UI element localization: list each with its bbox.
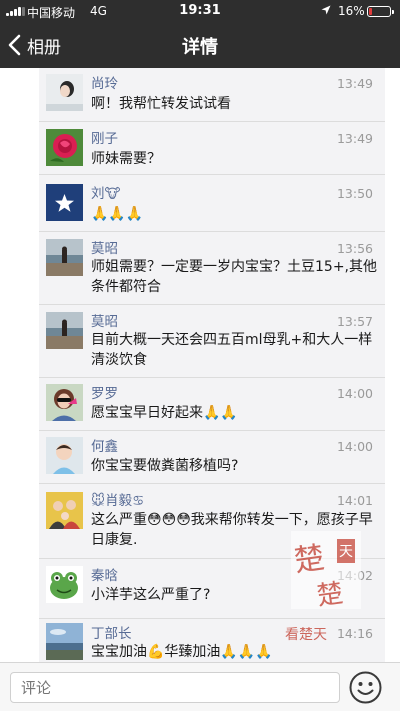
green-frog-avatar[interactable] bbox=[46, 566, 83, 603]
comment-time: 14:01 bbox=[336, 493, 373, 508]
red-rose-avatar[interactable] bbox=[46, 129, 83, 166]
navigation-bar: 相册 详情 bbox=[0, 22, 400, 68]
comment-time: 13:50 bbox=[336, 186, 373, 201]
svg-text:楚: 楚 bbox=[315, 578, 345, 611]
comment-item[interactable]: 莫昭 13:56 师姐需要？一定要一岁内宝宝？土豆15+,其他条件都符合 bbox=[39, 231, 385, 304]
comment-text: 师妹需要？ bbox=[91, 151, 161, 167]
beach-person-avatar[interactable] bbox=[46, 312, 83, 349]
comment-author[interactable]: 尚玲 bbox=[91, 72, 118, 92]
comment-bar bbox=[0, 662, 400, 711]
comment-text: 师姐需要？一定要一岁内宝宝？土豆15+,其他条件都符合 bbox=[91, 259, 377, 295]
comment-author[interactable]: 莫昭 bbox=[91, 237, 118, 257]
comment-text: 🙏🙏🙏 bbox=[91, 206, 144, 222]
comment-item[interactable]: 刘🐮 13:50 🙏🙏🙏 bbox=[39, 174, 385, 231]
comment-item[interactable]: 何鑫 14:00 你宝宝要做粪菌移植吗? bbox=[39, 430, 385, 483]
status-bar: 中国移动 4G 19:31 16% bbox=[0, 0, 400, 22]
comment-time: 13:57 bbox=[336, 314, 373, 329]
battery-percent: 16% bbox=[338, 4, 365, 18]
smiley-face-icon[interactable] bbox=[349, 671, 382, 704]
comment-author[interactable]: 罗罗 bbox=[91, 382, 118, 402]
comment-input[interactable] bbox=[10, 672, 340, 703]
comment-time: 13:49 bbox=[336, 131, 373, 146]
comment-item[interactable]: 莫昭 13:57 目前大概一天还会四五百ml母乳+和大人一样清淡饮食 bbox=[39, 304, 385, 377]
svg-text:天: 天 bbox=[339, 544, 353, 560]
comment-item[interactable]: 刚子 13:49 师妹需要？ bbox=[39, 121, 385, 174]
comment-author[interactable]: 刚子 bbox=[91, 127, 118, 147]
comment-text: 你宝宝要做粪菌移植吗? bbox=[91, 458, 239, 474]
family-photo-avatar[interactable] bbox=[46, 492, 83, 529]
svg-text:楚: 楚 bbox=[292, 540, 327, 579]
sky-landscape-avatar[interactable] bbox=[46, 623, 83, 660]
comment-text: 目前大概一天还会四五百ml母乳+和大人一样清淡饮食 bbox=[91, 332, 373, 368]
battery-level bbox=[369, 8, 372, 15]
comment-item[interactable]: 罗罗 14:00 愿宝宝早日好起来🙏🙏 bbox=[39, 377, 385, 430]
battery-icon bbox=[367, 6, 394, 17]
comment-time: 13:49 bbox=[336, 76, 373, 91]
woman-portrait-avatar[interactable] bbox=[46, 74, 83, 111]
comment-item[interactable]: 尚玲 13:49 啊！我帮忙转发试试看 bbox=[39, 68, 385, 121]
comment-text: 愿宝宝早日好起来🙏🙏 bbox=[91, 405, 238, 421]
comment-text: 啊！我帮忙转发试试看 bbox=[91, 96, 231, 112]
comment-time: 13:56 bbox=[336, 241, 373, 256]
comment-author[interactable]: 秦晗 bbox=[91, 564, 118, 584]
beach-person-avatar[interactable] bbox=[46, 239, 83, 276]
comment-author[interactable]: 🐭肖毅♋ bbox=[91, 489, 144, 509]
comment-author[interactable]: 莫昭 bbox=[91, 310, 118, 330]
comment-author[interactable]: 何鑫 bbox=[91, 435, 118, 455]
comment-text: 宝宝加油💪华臻加油🙏🙏🙏 bbox=[91, 644, 273, 660]
watermark-label: 看楚天 bbox=[285, 627, 327, 643]
location-arrow-icon bbox=[321, 5, 331, 15]
comment-time: 14:00 bbox=[336, 386, 373, 401]
watermark-logo: 楚 楚 天 看楚天 bbox=[285, 531, 361, 643]
comment-author[interactable]: 刘🐮 bbox=[91, 182, 120, 202]
child-avatar[interactable] bbox=[46, 437, 83, 474]
sunglasses-woman-avatar[interactable] bbox=[46, 384, 83, 421]
page-title: 详情 bbox=[182, 37, 218, 58]
comment-author[interactable]: 丁部长 bbox=[91, 622, 132, 642]
white-star-avatar[interactable] bbox=[46, 184, 83, 221]
comment-time: 14:00 bbox=[336, 439, 373, 454]
